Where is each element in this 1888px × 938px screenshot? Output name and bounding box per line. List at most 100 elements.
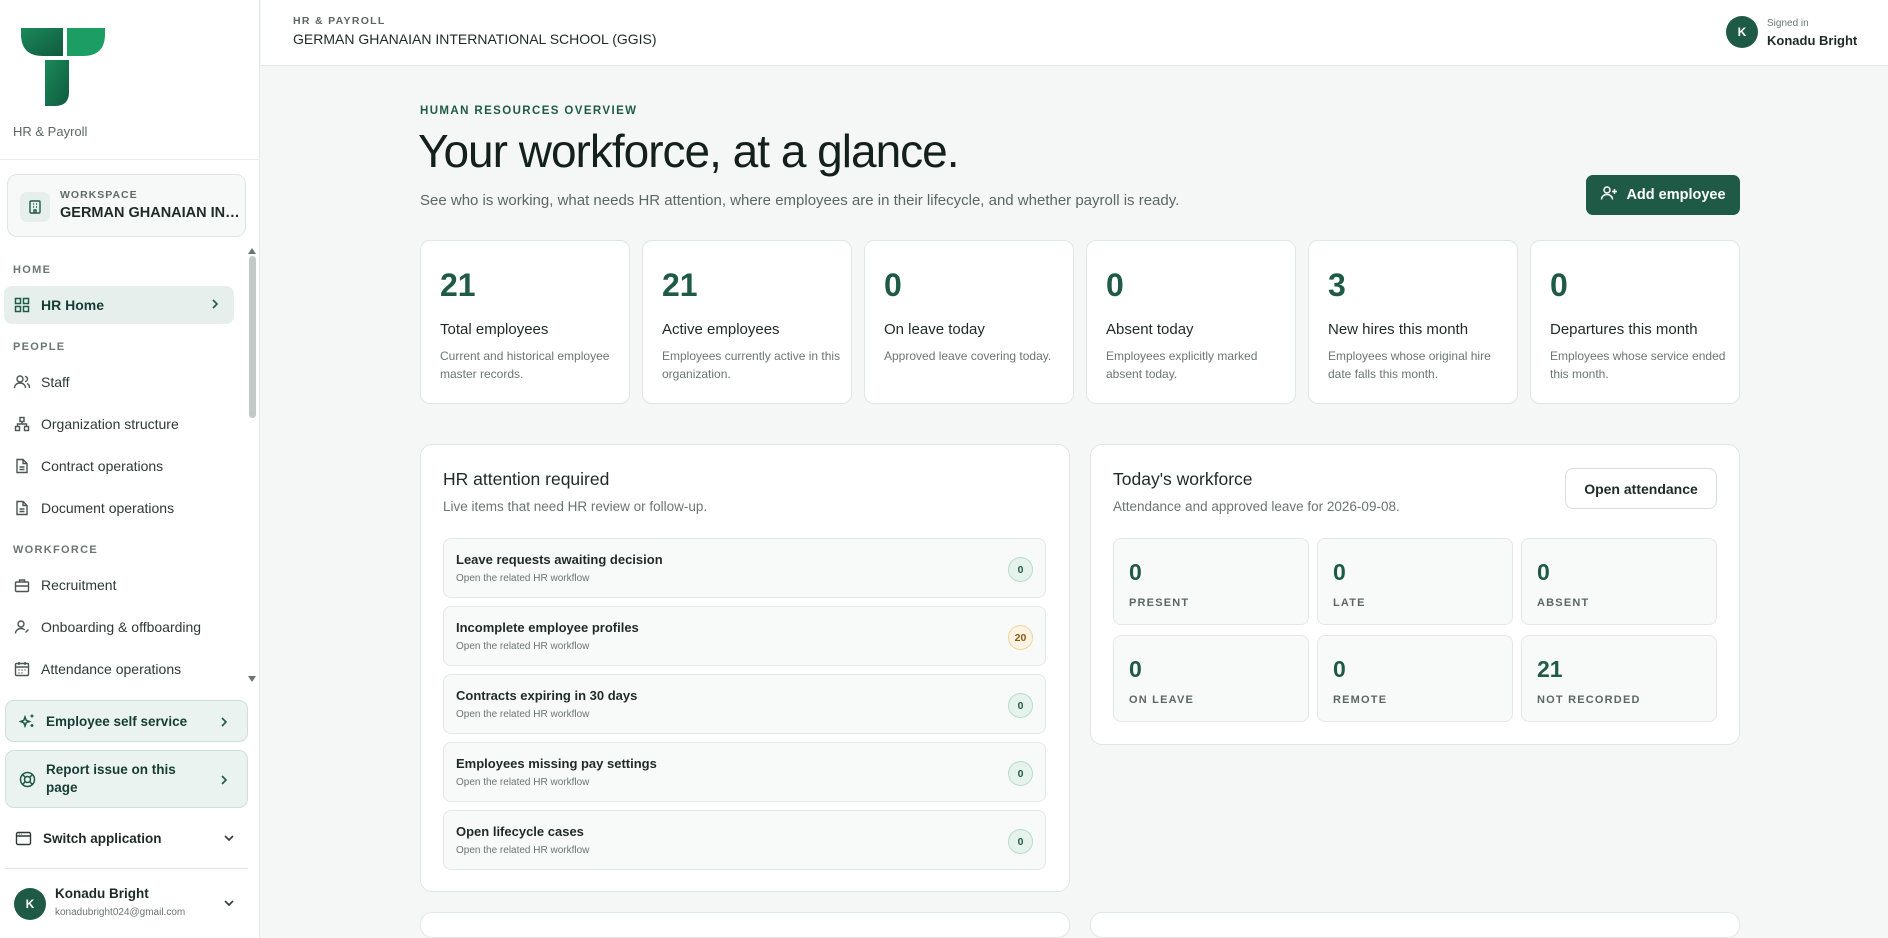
attention-item-title: Contracts expiring in 30 days (456, 688, 638, 703)
sidebar-item-label: Attendance operations (41, 661, 182, 677)
stat-value: 0 (1550, 267, 1568, 303)
count-badge: 0 (1008, 829, 1033, 854)
chevron-down-icon (222, 896, 236, 915)
user-icon (13, 618, 31, 636)
tile-label: LATE (1333, 597, 1366, 609)
attention-item-missing-pay-settings[interactable]: Employees missing pay settings Open the … (443, 742, 1046, 802)
stat-card-absent-today[interactable]: 0 Absent today Employees explicitly mark… (1086, 240, 1296, 404)
todays-workforce-panel: Today's workforce Attendance and approve… (1090, 444, 1740, 745)
tile-value: 0 (1129, 656, 1142, 682)
sidebar-item-label: Onboarding & offboarding (41, 619, 202, 635)
panel-title: Today's workforce (1113, 469, 1253, 489)
sidebar-item-recruitment[interactable]: Recruitment (4, 566, 234, 604)
hero-kicker: HUMAN RESOURCES OVERVIEW (420, 105, 638, 117)
header-organization: GERMAN GHANAIAN INTERNATIONAL SCHOOL (GG… (293, 31, 657, 47)
stat-value: 3 (1328, 267, 1346, 303)
nav-section-workforce: WORKFORCE (13, 544, 99, 556)
scrollbar-thumb[interactable] (249, 256, 256, 418)
report-issue-button[interactable]: Report issue on this page (5, 750, 248, 808)
attention-item-title: Employees missing pay settings (456, 756, 657, 771)
chevron-right-icon (217, 715, 231, 732)
add-employee-button[interactable]: Add employee (1586, 175, 1740, 215)
next-panel-left (420, 912, 1070, 938)
stat-card-active-employees[interactable]: 21 Active employees Employees currently … (642, 240, 852, 404)
sidebar: HR & Payroll WORKSPACE GERMAN GHANAIAN I… (0, 0, 260, 938)
count-badge: 0 (1008, 557, 1033, 582)
stat-card-departures[interactable]: 0 Departures this month Employees whose … (1530, 240, 1740, 404)
avatar: K (1726, 16, 1758, 48)
top-header: HR & PAYROLL GERMAN GHANAIAN INTERNATION… (261, 0, 1888, 66)
report-issue-label: Report issue on this page (46, 762, 176, 795)
sidebar-item-staff[interactable]: Staff (4, 363, 234, 401)
tile-value: 0 (1537, 559, 1550, 585)
divider (5, 868, 248, 869)
nav-section-home: HOME (13, 264, 52, 276)
attention-item-leave-requests[interactable]: Leave requests awaiting decision Open th… (443, 538, 1046, 598)
workforce-tile-not-recorded: 21 NOT RECORDED (1521, 635, 1717, 722)
stat-card-new-hires[interactable]: 3 New hires this month Employees whose o… (1308, 240, 1518, 404)
app-name: HR & Payroll (13, 124, 88, 139)
stat-description: Employees whose original hire date falls… (1328, 349, 1491, 381)
stat-label: Absent today (1106, 321, 1194, 338)
tile-value: 0 (1333, 656, 1346, 682)
sidebar-item-document-operations[interactable]: Document operations (4, 489, 234, 527)
count-badge: 20 (1008, 625, 1033, 650)
user-email: konadubright024@gmail.com (55, 907, 186, 918)
sidebar-item-label: HR Home (41, 297, 105, 313)
workspace-name: GERMAN GHANAIAN INTERNATIONAL SCHOOL (GG… (60, 205, 240, 221)
stat-value: 0 (1106, 267, 1124, 303)
panel-subtitle: Attendance and approved leave for 2026-0… (1113, 499, 1400, 514)
tile-label: NOT RECORDED (1537, 694, 1641, 706)
sidebar-item-hr-home[interactable]: HR Home (4, 286, 234, 324)
document-icon (13, 457, 31, 475)
stat-description: Employees currently active in this organ… (662, 349, 841, 381)
stat-label: New hires this month (1328, 321, 1469, 338)
attention-item-incomplete-profiles[interactable]: Incomplete employee profiles Open the re… (443, 606, 1046, 666)
user-name: Konadu Bright (55, 886, 149, 901)
attention-item-title: Incomplete employee profiles (456, 620, 639, 635)
stat-card-on-leave-today[interactable]: 0 On leave today Approved leave covering… (864, 240, 1074, 404)
workspace-label: WORKSPACE (60, 189, 138, 201)
sidebar-item-label: Document operations (41, 500, 175, 516)
sidebar-item-label: Recruitment (41, 577, 117, 593)
grid-icon (13, 296, 31, 314)
attention-item-subtitle: Open the related HR workflow (456, 573, 590, 584)
user-menu[interactable]: K Konadu Bright konadubright024@gmail.co… (5, 880, 248, 928)
stat-label: On leave today (884, 321, 985, 338)
stat-label: Total employees (440, 321, 549, 338)
lifebuoy-icon (18, 770, 36, 788)
signed-in-user[interactable]: K Signed in Konadu Bright (1726, 14, 1866, 50)
workforce-tile-absent: 0 ABSENT (1521, 538, 1717, 625)
sidebar-item-organization-structure[interactable]: Organization structure (4, 405, 234, 443)
stat-card-total-employees[interactable]: 21 Total employees Current and historica… (420, 240, 630, 404)
stat-description: Employees explicitly marked absent today… (1106, 349, 1258, 381)
employee-self-service-button[interactable]: Employee self service (5, 700, 248, 742)
header-kicker: HR & PAYROLL (293, 15, 386, 27)
tile-label: ON LEAVE (1129, 694, 1195, 706)
attention-item-title: Leave requests awaiting decision (456, 552, 663, 567)
users-icon (13, 373, 31, 391)
switch-application-button[interactable]: Switch application (5, 823, 248, 853)
tile-value: 21 (1537, 656, 1563, 682)
sidebar-item-onboarding-offboarding[interactable]: Onboarding & offboarding (4, 608, 234, 646)
page-description: See who is working, what needs HR attent… (420, 192, 1180, 209)
workforce-tile-present: 0 PRESENT (1113, 538, 1309, 625)
stat-value: 21 (662, 267, 698, 303)
workspace-switcher[interactable]: WORKSPACE GERMAN GHANAIAN INTERNATIONAL … (7, 174, 246, 237)
tile-value: 0 (1129, 559, 1142, 585)
open-attendance-button[interactable]: Open attendance (1565, 468, 1717, 509)
attention-item-lifecycle-cases[interactable]: Open lifecycle cases Open the related HR… (443, 810, 1046, 870)
user-plus-icon (1600, 185, 1618, 205)
brand-logo[interactable] (13, 22, 243, 113)
sparkle-icon (18, 712, 36, 730)
sidebar-item-contract-operations[interactable]: Contract operations (4, 447, 234, 485)
sidebar-item-label: Staff (41, 374, 70, 390)
count-badge: 0 (1008, 761, 1033, 786)
stat-value: 0 (884, 267, 902, 303)
tile-label: ABSENT (1537, 597, 1590, 609)
attention-item-contracts-expiring[interactable]: Contracts expiring in 30 days Open the r… (443, 674, 1046, 734)
nav-section-people: PEOPLE (13, 341, 66, 353)
signed-in-name: Konadu Bright (1767, 33, 1858, 48)
sidebar-item-attendance-operations[interactable]: Attendance operations (4, 650, 234, 688)
hr-attention-panel: HR attention required Live items that ne… (420, 444, 1070, 892)
